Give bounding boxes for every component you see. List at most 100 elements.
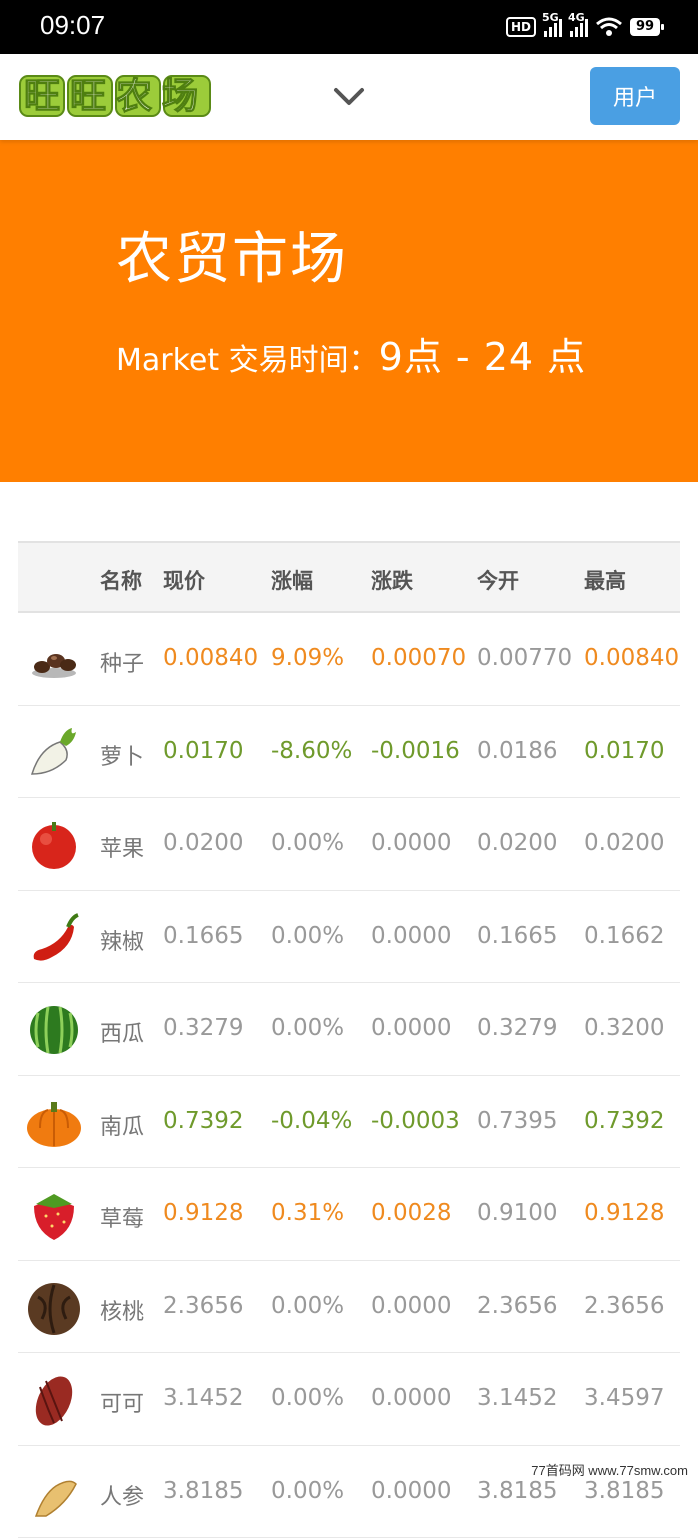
app-header: 旺旺农场 用户 [0, 54, 698, 140]
item-change-pct: -0.04% [271, 1108, 352, 1134]
item-change-pct: 0.00% [271, 1015, 344, 1041]
trading-hours: Market 交易时间：9点 - 24 点 [116, 326, 586, 381]
chili-icon [26, 909, 82, 965]
item-name: 可可 [100, 1386, 144, 1418]
item-high: 0.00840 [584, 645, 679, 671]
status-icons: HD 5G 4G 99 [506, 13, 660, 41]
header-high: 最高 [584, 565, 626, 595]
item-open: 0.0200 [477, 830, 557, 856]
item-name: 苹果 [100, 831, 144, 863]
item-name: 人参 [100, 1479, 144, 1511]
item-name: 种子 [100, 646, 144, 678]
apple-icon [26, 816, 82, 872]
item-change: 0.0000 [371, 1293, 451, 1319]
market-table: 名称 现价 涨幅 涨跌 今开 最高 种子 0.00840 9.09% 0.00070 0… [18, 541, 680, 1538]
item-name: 草莓 [100, 1201, 144, 1233]
item-open: 0.00770 [477, 645, 572, 671]
battery-icon: 99 [630, 18, 660, 36]
user-button[interactable]: 用户 [590, 67, 680, 125]
item-change-pct: 9.09% [271, 645, 344, 671]
item-price: 0.00840 [163, 645, 258, 671]
item-price: 0.0170 [163, 738, 243, 764]
item-change-pct: 0.31% [271, 1200, 344, 1226]
strawberry-icon [26, 1186, 82, 1242]
signal-5g-icon: 5G [544, 17, 562, 37]
item-high: 3.4597 [584, 1385, 664, 1411]
item-change: -0.0016 [371, 738, 460, 764]
header-price: 现价 [163, 565, 205, 595]
walnut-icon [26, 1279, 82, 1335]
item-open: 0.1665 [477, 923, 557, 949]
wifi-icon [596, 17, 622, 37]
header-change-pct: 涨幅 [271, 565, 313, 595]
item-change: 0.00070 [371, 645, 466, 671]
item-open: 0.0186 [477, 738, 557, 764]
radish-icon [26, 724, 82, 780]
item-high: 0.9128 [584, 1200, 664, 1226]
header-change: 涨跌 [371, 565, 413, 595]
item-change: 0.0028 [371, 1200, 451, 1226]
pumpkin-icon [26, 1094, 82, 1150]
item-name: 核桃 [100, 1294, 144, 1326]
item-price: 0.7392 [163, 1108, 243, 1134]
item-price: 2.3656 [163, 1293, 243, 1319]
hd-voice-icon: HD [506, 17, 536, 37]
item-change-pct: 0.00% [271, 923, 344, 949]
item-change: 0.0000 [371, 1385, 451, 1411]
item-change-pct: 0.00% [271, 1293, 344, 1319]
table-row[interactable]: 核桃 2.3656 0.00% 0.0000 2.3656 2.3656 [18, 1261, 680, 1354]
item-price: 3.8185 [163, 1478, 243, 1504]
trading-hours-value: 9点 - 24 点 [379, 335, 586, 379]
header-open: 今开 [477, 565, 519, 595]
item-price: 0.0200 [163, 830, 243, 856]
logo[interactable]: 旺旺农场 [18, 70, 214, 122]
item-open: 0.7395 [477, 1108, 557, 1134]
table-row[interactable]: 苹果0.02000.00%0.00000.02000.0200 [18, 798, 680, 891]
seed-icon [26, 631, 82, 687]
signal-4g-icon: 4G [570, 17, 588, 37]
market-banner: 农贸市场 Market 交易时间：9点 - 24 点 [0, 140, 698, 482]
status-bar: 09:07 HD 5G 4G 99 [0, 0, 698, 54]
chevron-down-icon[interactable] [330, 80, 368, 114]
item-change-pct: 0.00% [271, 1478, 344, 1504]
item-name: 辣椒 [100, 924, 144, 956]
item-high: 2.3656 [584, 1293, 664, 1319]
table-header: 名称 现价 涨幅 涨跌 今开 最高 [18, 541, 680, 613]
item-high: 0.1662 [584, 923, 664, 949]
header-name: 名称 [100, 565, 142, 595]
page-title: 农贸市场 [116, 214, 348, 295]
item-open: 3.1452 [477, 1385, 557, 1411]
ginseng-icon [26, 1464, 82, 1520]
item-name: 西瓜 [100, 1016, 144, 1048]
table-row[interactable]: 西瓜 0.3279 0.00% 0.0000 0.3279 0.3200 [18, 983, 680, 1076]
item-name: 萝卜 [100, 739, 144, 771]
table-row[interactable]: 种子 0.00840 9.09% 0.00070 0.00770 0.00840 [18, 613, 680, 706]
table-row[interactable]: 可可3.14520.00%0.00003.14523.4597 [18, 1353, 680, 1446]
item-change: 0.0000 [371, 1015, 451, 1041]
logo-text: 旺旺农场 [24, 76, 208, 117]
item-high: 0.0170 [584, 738, 664, 764]
table-row[interactable]: 南瓜0.7392-0.04%-0.00030.73950.7392 [18, 1076, 680, 1169]
table-row[interactable]: 辣椒0.16650.00%0.00000.16650.1662 [18, 891, 680, 984]
item-change-pct: -8.60% [271, 738, 352, 764]
table-row[interactable]: 萝卜 0.0170 -8.60% -0.0016 0.0186 0.0170 [18, 706, 680, 799]
item-price: 0.1665 [163, 923, 243, 949]
item-open: 0.9100 [477, 1200, 557, 1226]
item-change: 0.0000 [371, 1478, 451, 1504]
item-high: 0.3200 [584, 1015, 664, 1041]
trading-hours-label: Market 交易时间： [116, 343, 379, 378]
item-open: 3.8185 [477, 1478, 557, 1504]
table-body: 种子 0.00840 9.09% 0.00070 0.00770 0.00840 萝卜 0.0… [18, 613, 680, 1538]
item-high: 0.7392 [584, 1108, 664, 1134]
cocoa-icon [26, 1371, 82, 1427]
item-change-pct: 0.00% [271, 830, 344, 856]
item-open: 0.3279 [477, 1015, 557, 1041]
table-row[interactable]: 草莓0.91280.31%0.00280.91000.9128 [18, 1168, 680, 1261]
item-open: 2.3656 [477, 1293, 557, 1319]
item-price: 0.3279 [163, 1015, 243, 1041]
status-time: 09:07 [40, 10, 105, 41]
item-price: 3.1452 [163, 1385, 243, 1411]
item-high: 3.8185 [584, 1478, 664, 1504]
item-change: -0.0003 [371, 1108, 460, 1134]
item-change: 0.0000 [371, 830, 451, 856]
